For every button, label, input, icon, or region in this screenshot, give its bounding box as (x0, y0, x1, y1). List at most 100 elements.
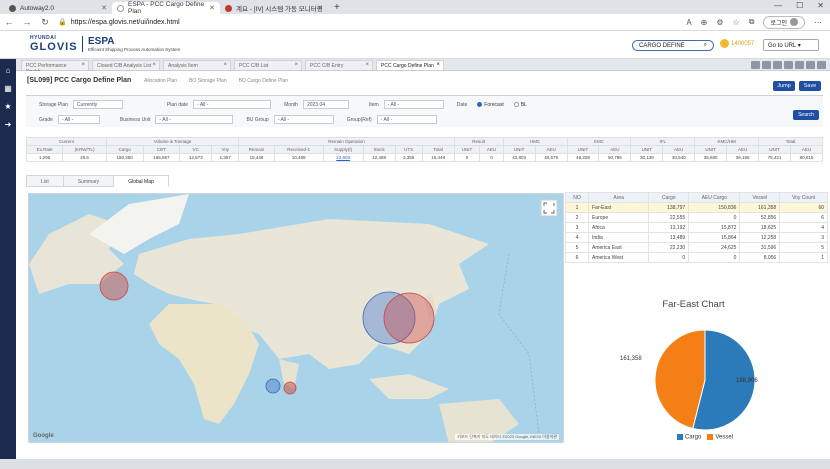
summary-value-cell[interactable]: 22,603 (322, 153, 364, 162)
tab-nav-icon[interactable] (762, 61, 771, 69)
close-tab-icon[interactable]: ✕ (209, 4, 215, 12)
grade-select[interactable]: - All - (57, 115, 100, 124)
save-button[interactable]: Save (799, 81, 821, 91)
storage-plan-select[interactable]: Currently (72, 100, 123, 109)
table-row[interactable]: 2 Europe 22,555 0 52,856 6 (565, 212, 828, 223)
close-icon[interactable]: × (365, 62, 369, 68)
tab-nav-icon[interactable] (817, 61, 826, 69)
grid-cell: 31,596 (739, 242, 781, 253)
fullscreen-button[interactable] (540, 199, 558, 217)
search-button[interactable]: Search (793, 110, 819, 120)
close-icon[interactable]: × (294, 62, 298, 68)
grid-menu-icon[interactable]: ▦ (4, 84, 12, 93)
browser-tab-monitor[interactable]: 계요 - [IV] 시스템 가동 모니터링 ✕ (220, 2, 328, 14)
site-favicon-icon (9, 4, 16, 12)
browser-tab-autoway[interactable]: Autoway2.0 ✕ (4, 2, 112, 14)
close-icon[interactable]: × (436, 62, 440, 68)
grid-header-cell[interactable]: AEU Cargo (688, 192, 741, 203)
close-icon[interactable]: × (81, 62, 85, 68)
close-window-icon[interactable]: ✕ (817, 1, 824, 10)
tab-list[interactable]: List (26, 175, 64, 187)
read-aloud-icon[interactable]: A (686, 18, 691, 27)
tab-closed-cb-analysis[interactable]: Closed C/B Analysis List × (92, 60, 160, 70)
business-unit-select[interactable]: - All - (155, 115, 234, 124)
table-row[interactable]: 5 America East 22,230 24,625 31,596 5 (565, 242, 828, 253)
close-tab-icon[interactable]: ✕ (317, 4, 323, 12)
grid-header-cell[interactable]: Area (587, 192, 650, 203)
forecast-radio[interactable]: Forecast (477, 102, 504, 108)
new-tab-icon[interactable]: + (334, 2, 340, 13)
more-menu-icon[interactable]: ⋯ (814, 18, 822, 27)
month-picker[interactable]: 2023.04 (302, 100, 349, 109)
item-select[interactable]: - All - (383, 100, 444, 109)
plan-date-select[interactable]: - All - (193, 100, 272, 109)
url-field[interactable]: 🔒 https://espa.glovis.net/ui/index.html (58, 16, 618, 28)
table-row[interactable]: 6 America West 0 0 8,056 1 (565, 252, 828, 263)
grid-header-cell[interactable]: Cargo (648, 192, 690, 203)
collections-icon[interactable]: ⧉ (749, 17, 755, 27)
table-row[interactable]: 4 India 13,489 15,864 12,258 3 (565, 232, 828, 243)
refresh-icon[interactable]: ↻ (36, 17, 54, 28)
breadcrumb-item[interactable]: Allocation Plan (144, 78, 177, 84)
tab-nav-icon[interactable] (773, 61, 782, 69)
bu-group-label: BU Group (246, 116, 269, 123)
maximize-icon[interactable]: ☐ (796, 1, 803, 10)
grid-header-cell[interactable]: Vessel (739, 192, 781, 203)
forward-icon[interactable]: → (18, 17, 36, 27)
profile-login-button[interactable]: 로그인 (763, 15, 805, 29)
summary-sub-header: AEU (789, 145, 824, 154)
tab-summary[interactable]: Summary (62, 175, 115, 187)
menu-search-input[interactable]: CARGO DEFINE ⌕ (632, 40, 714, 51)
legend-item-vessel[interactable]: Vessel (707, 434, 733, 441)
search-value: CARGO DEFINE (639, 42, 685, 49)
bu-group-select[interactable]: - All - (273, 115, 334, 124)
indonesia-land (369, 374, 449, 399)
page-tab-strip: PCC Performance Dashb...× Closed C/B Ana… (16, 59, 830, 75)
legend-item-cargo[interactable]: Cargo (677, 434, 701, 441)
grid-cell: 12,258 (739, 232, 781, 243)
bl-radio[interactable]: BL (513, 102, 527, 108)
table-row[interactable]: 1 Far-East 138,797 150,836 161,358 60 (565, 202, 828, 213)
breadcrumb-item[interactable]: BO Cargo Define Plan (239, 78, 288, 84)
zoom-icon[interactable]: ⊕ (701, 18, 708, 27)
group-ref-select[interactable]: - All - (376, 115, 437, 124)
go-to-url-select[interactable]: Go to URL ▾ (763, 39, 819, 51)
home-icon[interactable]: ⌂ (6, 66, 11, 75)
star-icon[interactable]: ★ (4, 102, 11, 111)
bubble-far-east-vessel[interactable] (383, 292, 435, 344)
summary-sub-header: UNIT (758, 145, 791, 154)
bubble-india-vessel[interactable] (283, 381, 297, 395)
browser-tab-espa[interactable]: ESPA - PCC Cargo Define Plan ✕ (112, 1, 220, 15)
tab-nav-icon[interactable] (795, 61, 804, 69)
tab-pcc-cargo-define-plan[interactable]: PCC Cargo Define Plan × (376, 60, 444, 70)
close-icon[interactable]: × (223, 62, 227, 68)
tab-nav-icon[interactable] (784, 61, 793, 69)
minimize-icon[interactable]: — (774, 1, 782, 10)
notification-indicator[interactable]: 1400057 (720, 39, 754, 48)
grid-cell: 4 (565, 232, 589, 243)
tab-nav-icon[interactable] (806, 61, 815, 69)
world-map[interactable]: Google 키보드 단축키 지도 데이터 ©2023 Google, INEG… (28, 193, 564, 443)
favorite-icon[interactable]: ☆ (733, 18, 740, 27)
tab-pcc-cb-list[interactable]: PCC C/B List × (234, 60, 302, 70)
close-icon[interactable]: × (152, 62, 156, 68)
close-tab-icon[interactable]: ✕ (101, 4, 107, 12)
breadcrumb-item[interactable]: BO Storage Plan (189, 78, 227, 84)
table-row[interactable]: 3 Africa 13,192 15,872 18,625 4 (565, 222, 828, 233)
arrow-circle-icon[interactable]: ➜ (5, 120, 12, 129)
tab-pcc-cb-entry[interactable]: PCC C/B Entry × (305, 60, 373, 70)
extension-icon[interactable]: ⚙ (716, 18, 723, 27)
tab-global-map[interactable]: Global Map (113, 175, 169, 187)
bubble-india-cargo[interactable] (265, 378, 281, 394)
grid-header-cell[interactable]: NO (565, 192, 589, 203)
summary-value-cell: 42,803 (502, 153, 536, 162)
jump-button[interactable]: Jump (773, 81, 795, 91)
tab-analysis-item[interactable]: Analysis Item × (163, 60, 231, 70)
grid-header-cell[interactable]: Voy Count (779, 192, 828, 203)
search-icon[interactable]: ⌕ (704, 42, 707, 49)
back-icon[interactable]: ← (0, 17, 18, 27)
bubble-europe[interactable] (99, 271, 129, 301)
summary-value-cell: 35,680 (694, 153, 728, 162)
tab-pcc-performance[interactable]: PCC Performance Dashb...× (21, 60, 89, 75)
tab-nav-icon[interactable] (751, 61, 760, 69)
